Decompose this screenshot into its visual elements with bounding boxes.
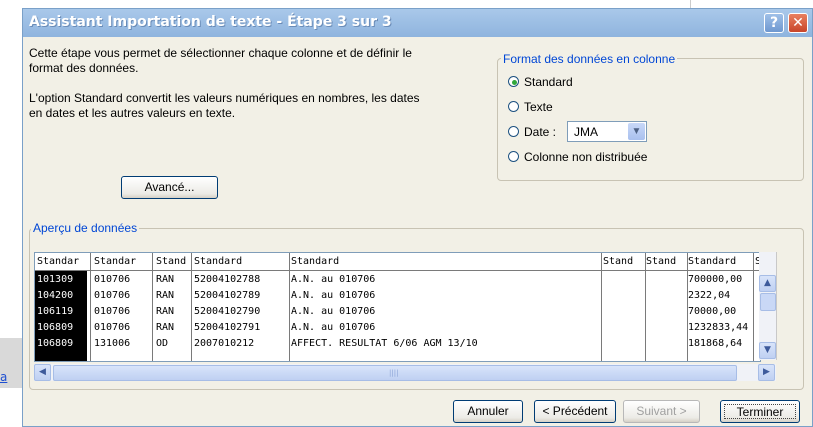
column-format-label: Format des données en colonne	[501, 52, 678, 66]
column-header[interactable]: Standard	[194, 255, 289, 269]
column-separator	[289, 253, 290, 361]
table-cell: 010706	[94, 290, 131, 301]
table-cell: 70000,00	[688, 306, 737, 317]
table-cell: 104200	[37, 290, 74, 301]
table-cell	[646, 305, 686, 319]
table-cell: 101309	[37, 274, 74, 285]
radio-selected-dot	[512, 80, 517, 85]
column-header[interactable]: Stand	[156, 255, 192, 269]
table-cell	[646, 321, 686, 335]
table-cell: 52004102790	[194, 306, 261, 317]
radio-circle	[508, 101, 519, 112]
table-cell: 1232833,44	[688, 322, 749, 333]
table-cell	[603, 289, 643, 303]
table-cell: 010706	[94, 306, 131, 317]
table-cell: RAN	[156, 290, 175, 301]
scroll-down-icon[interactable]: ▼	[759, 342, 776, 359]
column-header[interactable]: Standar	[94, 255, 154, 269]
table-cell: 2322,04	[688, 290, 731, 301]
data-preview-grid[interactable]: Standar Standar Stand Standard Standard Stand…	[34, 252, 761, 362]
table-cell: 106809	[37, 338, 74, 349]
scroll-grip-icon: ||||	[389, 369, 399, 377]
text-import-wizard-dialog: Assistant Importation de texte - Étape 3…	[22, 8, 813, 427]
help-button[interactable]: ?	[764, 13, 784, 33]
scroll-right-icon[interactable]: ▶	[758, 364, 775, 381]
previous-button[interactable]: < Précédent	[534, 400, 616, 423]
scroll-left-icon[interactable]: ◀	[34, 364, 51, 381]
column-separator	[601, 253, 602, 361]
table-cell: 106119	[37, 306, 74, 317]
finish-button-label: Terminer	[724, 404, 796, 419]
table-cell	[646, 337, 686, 351]
horizontal-scroll-thumb[interactable]: ||||	[53, 365, 737, 381]
table-cell: 52004102788	[194, 274, 261, 285]
data-preview-label: Aperçu de données	[31, 221, 140, 235]
cancel-button[interactable]: Annuler	[453, 400, 523, 423]
column-header[interactable]: Standar	[37, 255, 89, 269]
table-cell: 106809	[37, 322, 74, 333]
table-cell: 181868,64	[688, 338, 743, 349]
column-separator	[90, 253, 91, 361]
header-divider	[35, 270, 760, 271]
radio-circle	[508, 151, 519, 162]
table-cell: RAN	[156, 274, 175, 285]
date-format-select[interactable]: JMA ▼	[567, 121, 647, 142]
column-header[interactable]: Standard	[688, 255, 754, 269]
vertical-scroll-thumb[interactable]	[760, 293, 776, 311]
radio-circle	[508, 126, 519, 137]
date-format-value: JMA	[574, 125, 598, 139]
table-cell: A.N. au 010706	[291, 290, 376, 301]
table-cell: 2007010212	[194, 338, 255, 349]
column-header[interactable]: Stand	[603, 255, 643, 269]
table-cell: A.N. au 010706	[291, 306, 376, 317]
table-cell: A.N. au 010706	[291, 322, 376, 333]
table-cell	[603, 321, 643, 335]
advanced-button[interactable]: Avancé...	[121, 176, 218, 199]
table-cell: RAN	[156, 322, 175, 333]
radio-text-label: Texte	[524, 100, 553, 114]
radio-skip-column-label: Colonne non distribuée	[524, 150, 648, 164]
table-cell: 52004102791	[194, 322, 261, 333]
table-cell: 131006	[94, 338, 131, 349]
background-link[interactable]: a	[0, 370, 22, 384]
table-cell: RAN	[156, 306, 175, 317]
horizontal-scrollbar[interactable]: ◀ |||| ▶	[34, 364, 776, 381]
table-cell: AFFECT. RESULTAT 6/06 AGM 13/10	[291, 338, 478, 349]
close-button[interactable]: ✕	[788, 13, 808, 33]
table-cell	[646, 273, 686, 287]
table-cell: 52004102789	[194, 290, 261, 301]
intro-text-1: Cette étape vous permet de sélectionner …	[29, 46, 412, 75]
radio-standard-label: Standard	[524, 75, 573, 89]
table-cell: 010706	[94, 322, 131, 333]
column-header[interactable]: Stand	[646, 255, 686, 269]
radio-circle	[508, 76, 519, 87]
scroll-up-icon[interactable]: ▲	[759, 275, 776, 292]
intro-text-2: L'option Standard convertit les valeurs …	[29, 91, 420, 120]
column-header[interactable]: Standard	[291, 255, 601, 269]
table-cell: A.N. au 010706	[291, 274, 376, 285]
next-button[interactable]: Suivant >	[623, 400, 700, 423]
dialog-title: Assistant Importation de texte - Étape 3…	[29, 14, 392, 30]
table-cell	[603, 273, 643, 287]
chevron-down-icon[interactable]: ▼	[628, 123, 645, 140]
vertical-scrollbar[interactable]: ▲ ▼	[759, 252, 777, 360]
table-cell	[646, 289, 686, 303]
title-bar[interactable]: Assistant Importation de texte - Étape 3…	[23, 9, 812, 37]
table-cell: 700000,00	[688, 274, 743, 285]
radio-date-label: Date :	[524, 125, 557, 139]
table-cell: OD	[156, 338, 169, 349]
table-cell: 010706	[94, 274, 131, 285]
finish-button[interactable]: Terminer	[720, 400, 800, 423]
table-cell	[603, 337, 643, 351]
table-cell	[603, 305, 643, 319]
